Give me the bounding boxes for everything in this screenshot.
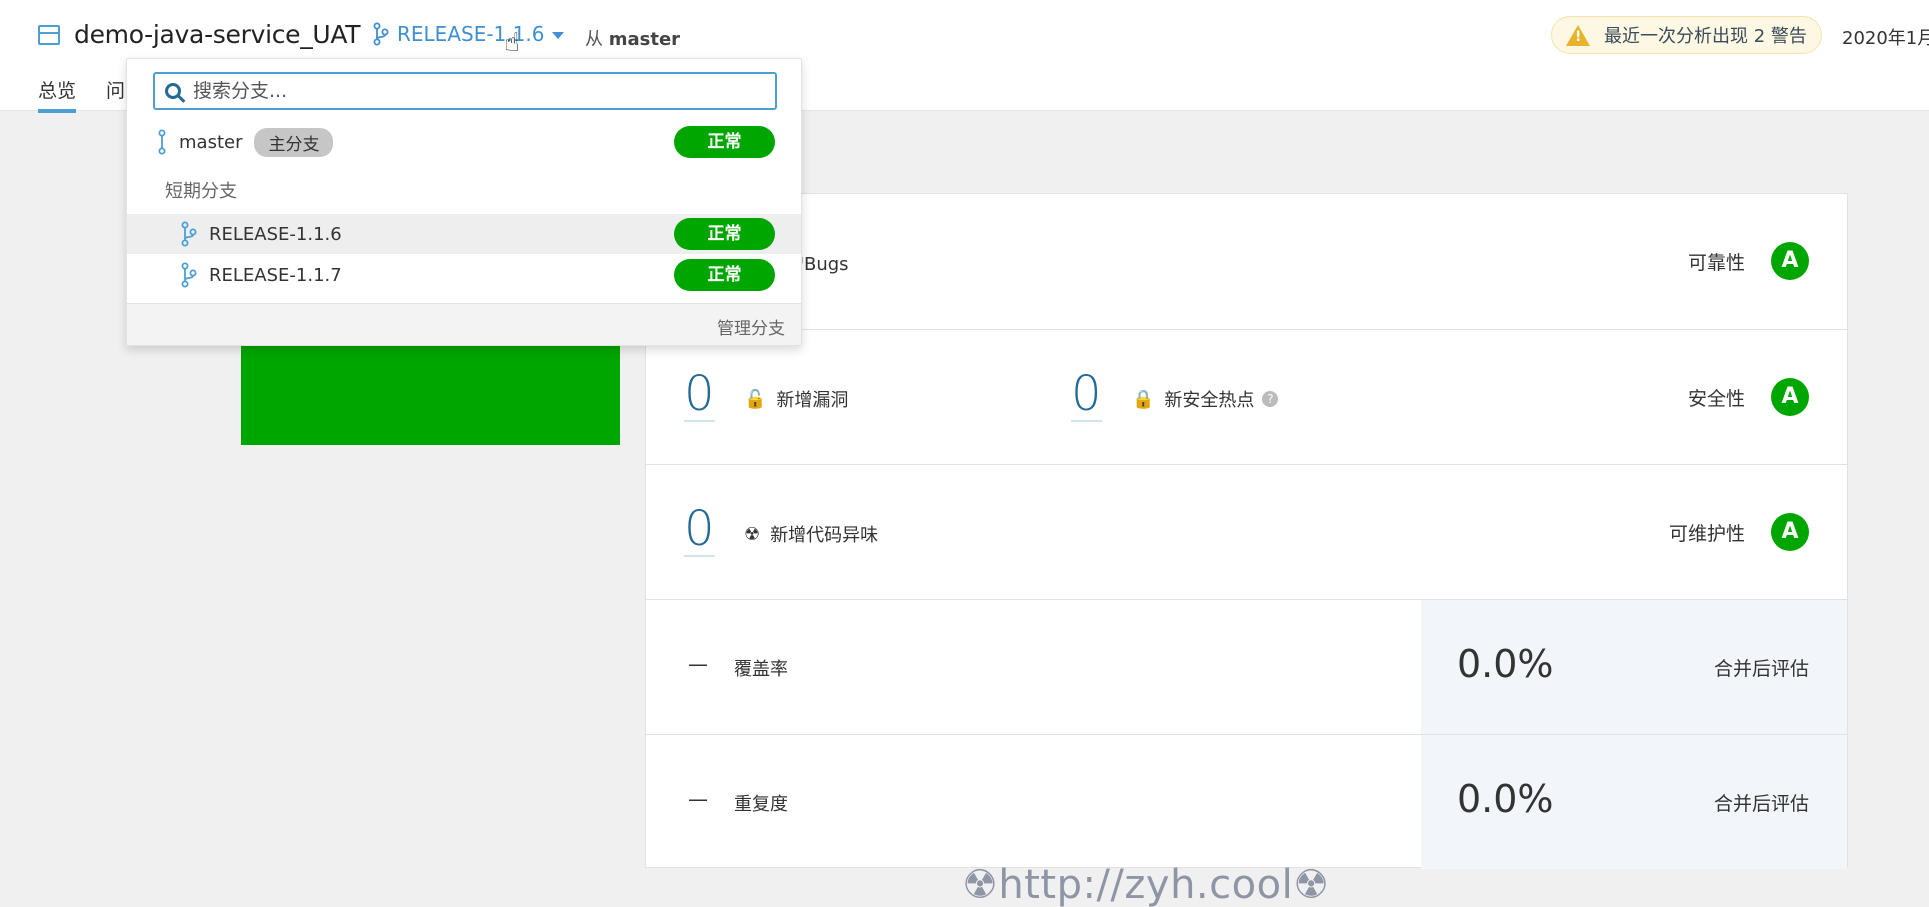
maintainability-grade[interactable]: A [1771, 513, 1809, 551]
duplication-merge-label: 合并后评估 [1713, 793, 1809, 815]
coverage-value[interactable]: 0.0% [1457, 642, 1554, 686]
branch-name: RELEASE-1.1.7 [209, 264, 342, 286]
watermark: ☢http://zyh.cool☢ [962, 862, 1330, 907]
new-hotspots: 🔒 新安全热点 ? [1132, 386, 1279, 412]
help-icon[interactable]: ? [1262, 391, 1279, 407]
branch-name: master [179, 131, 243, 153]
branch-origin-name: master [608, 29, 681, 50]
chevron-down-icon[interactable] [552, 31, 565, 39]
branch-item-release-1-1-6[interactable]: RELEASE-1.1.6 正常 [127, 214, 801, 254]
coverage-row: — 覆盖率 0.0% 合并后评估 [646, 600, 1847, 735]
maintainability-label: 可维护性 [1668, 522, 1745, 545]
dropdown-footer: 管理分支 [127, 303, 801, 345]
branch-icon [181, 221, 197, 247]
security-rating: 安全性 A [1688, 378, 1809, 416]
duplication-dash: — [688, 787, 708, 811]
tab-overview[interactable]: 总览 [38, 76, 77, 113]
security-label: 安全性 [1687, 387, 1745, 410]
reliability-grade[interactable]: A [1771, 242, 1809, 280]
reliability-label: 可靠性 [1687, 251, 1745, 274]
status-badge: 正常 [674, 126, 775, 158]
analysis-date: 2020年1月 [1842, 28, 1929, 49]
branch-selector[interactable]: RELEASE-1.1.6 [373, 22, 565, 46]
warning-text[interactable]: 最近一次分析出现 2 警告 [1604, 22, 1807, 48]
project-name[interactable]: demo-java-service_UAT [74, 20, 361, 49]
branch-item-release-1-1-7[interactable]: RELEASE-1.1.7 正常 [127, 255, 801, 295]
new-code-smells-label: 新增代码异味 [770, 525, 879, 546]
duplication-value[interactable]: 0.0% [1457, 777, 1554, 821]
new-code-smells-value[interactable]: 0 [684, 505, 715, 557]
tab-issues[interactable]: 问 [106, 76, 125, 113]
maintainability-rating: 可维护性 A [1669, 513, 1809, 551]
new-vulnerabilities-label: 新增漏洞 [776, 390, 849, 411]
main-branch-badge: 主分支 [254, 127, 334, 157]
new-hotspots-value[interactable]: 0 [1071, 370, 1102, 422]
lock-icon: 🔒 [1132, 388, 1155, 410]
duplication-row: — 重复度 0.0% 合并后评估 [646, 735, 1847, 869]
coverage-label: 覆盖率 [734, 659, 788, 680]
branch-search-input[interactable] [193, 80, 753, 102]
coverage-merge-panel: 0.0% 合并后评估 [1421, 600, 1847, 734]
branch-dropdown: master 主分支 正常 短期分支 RELEASE-1.1.6 正常 RELE… [126, 58, 802, 346]
new-hotspots-label: 新安全热点 [1164, 390, 1255, 411]
lock-icon: 🔓 [744, 388, 767, 410]
status-badge: 正常 [674, 259, 775, 291]
status-badge: 正常 [674, 218, 775, 250]
branch-item-master[interactable]: master 主分支 正常 [127, 122, 801, 162]
branch-icon [158, 129, 166, 155]
new-vulnerabilities: 🔓 新增漏洞 [744, 386, 848, 412]
coverage-merge-label: 合并后评估 [1713, 658, 1809, 680]
branch-selector-label[interactable]: RELEASE-1.1.6 [397, 22, 544, 46]
branch-icon [373, 22, 389, 46]
project-icon [38, 24, 60, 45]
short-branches-heading: 短期分支 [165, 181, 237, 202]
search-icon [165, 83, 181, 99]
coverage-dash: — [688, 652, 708, 676]
warning-icon: ! [1566, 24, 1590, 46]
branch-origin: 从 master [585, 25, 680, 51]
warning-badge[interactable]: ! 最近一次分析出现 2 警告 [1551, 16, 1822, 54]
new-vulnerabilities-value[interactable]: 0 [684, 370, 715, 422]
branch-search[interactable] [153, 72, 777, 110]
project-title[interactable]: demo-java-service_UAT [38, 20, 361, 49]
radiation-icon: ☢ [744, 523, 761, 545]
reliability-row: 增Bugs 可靠性 A [646, 194, 1847, 330]
hand-cursor-icon: ☝ [504, 28, 520, 58]
branch-origin-prefix: 从 [585, 29, 603, 50]
branch-icon [181, 262, 197, 288]
security-grade[interactable]: A [1771, 378, 1809, 416]
metrics-panel: 增Bugs 可靠性 A 0 🔓 新增漏洞 0 🔒 新安全热点 ? 安全性 A 0… [645, 193, 1848, 869]
reliability-rating: 可靠性 A [1688, 242, 1809, 280]
manage-branches-link[interactable]: 管理分支 [717, 314, 785, 339]
maintainability-row: 0 ☢ 新增代码异味 可维护性 A [646, 465, 1847, 600]
duplication-merge-panel: 0.0% 合并后评估 [1421, 735, 1847, 869]
new-code-smells: ☢ 新增代码异味 [744, 521, 878, 547]
branch-name: RELEASE-1.1.6 [209, 223, 342, 245]
security-row: 0 🔓 新增漏洞 0 🔒 新安全热点 ? 安全性 A [646, 330, 1847, 465]
duplication-label: 重复度 [734, 794, 788, 815]
quality-gate-status [241, 345, 620, 445]
